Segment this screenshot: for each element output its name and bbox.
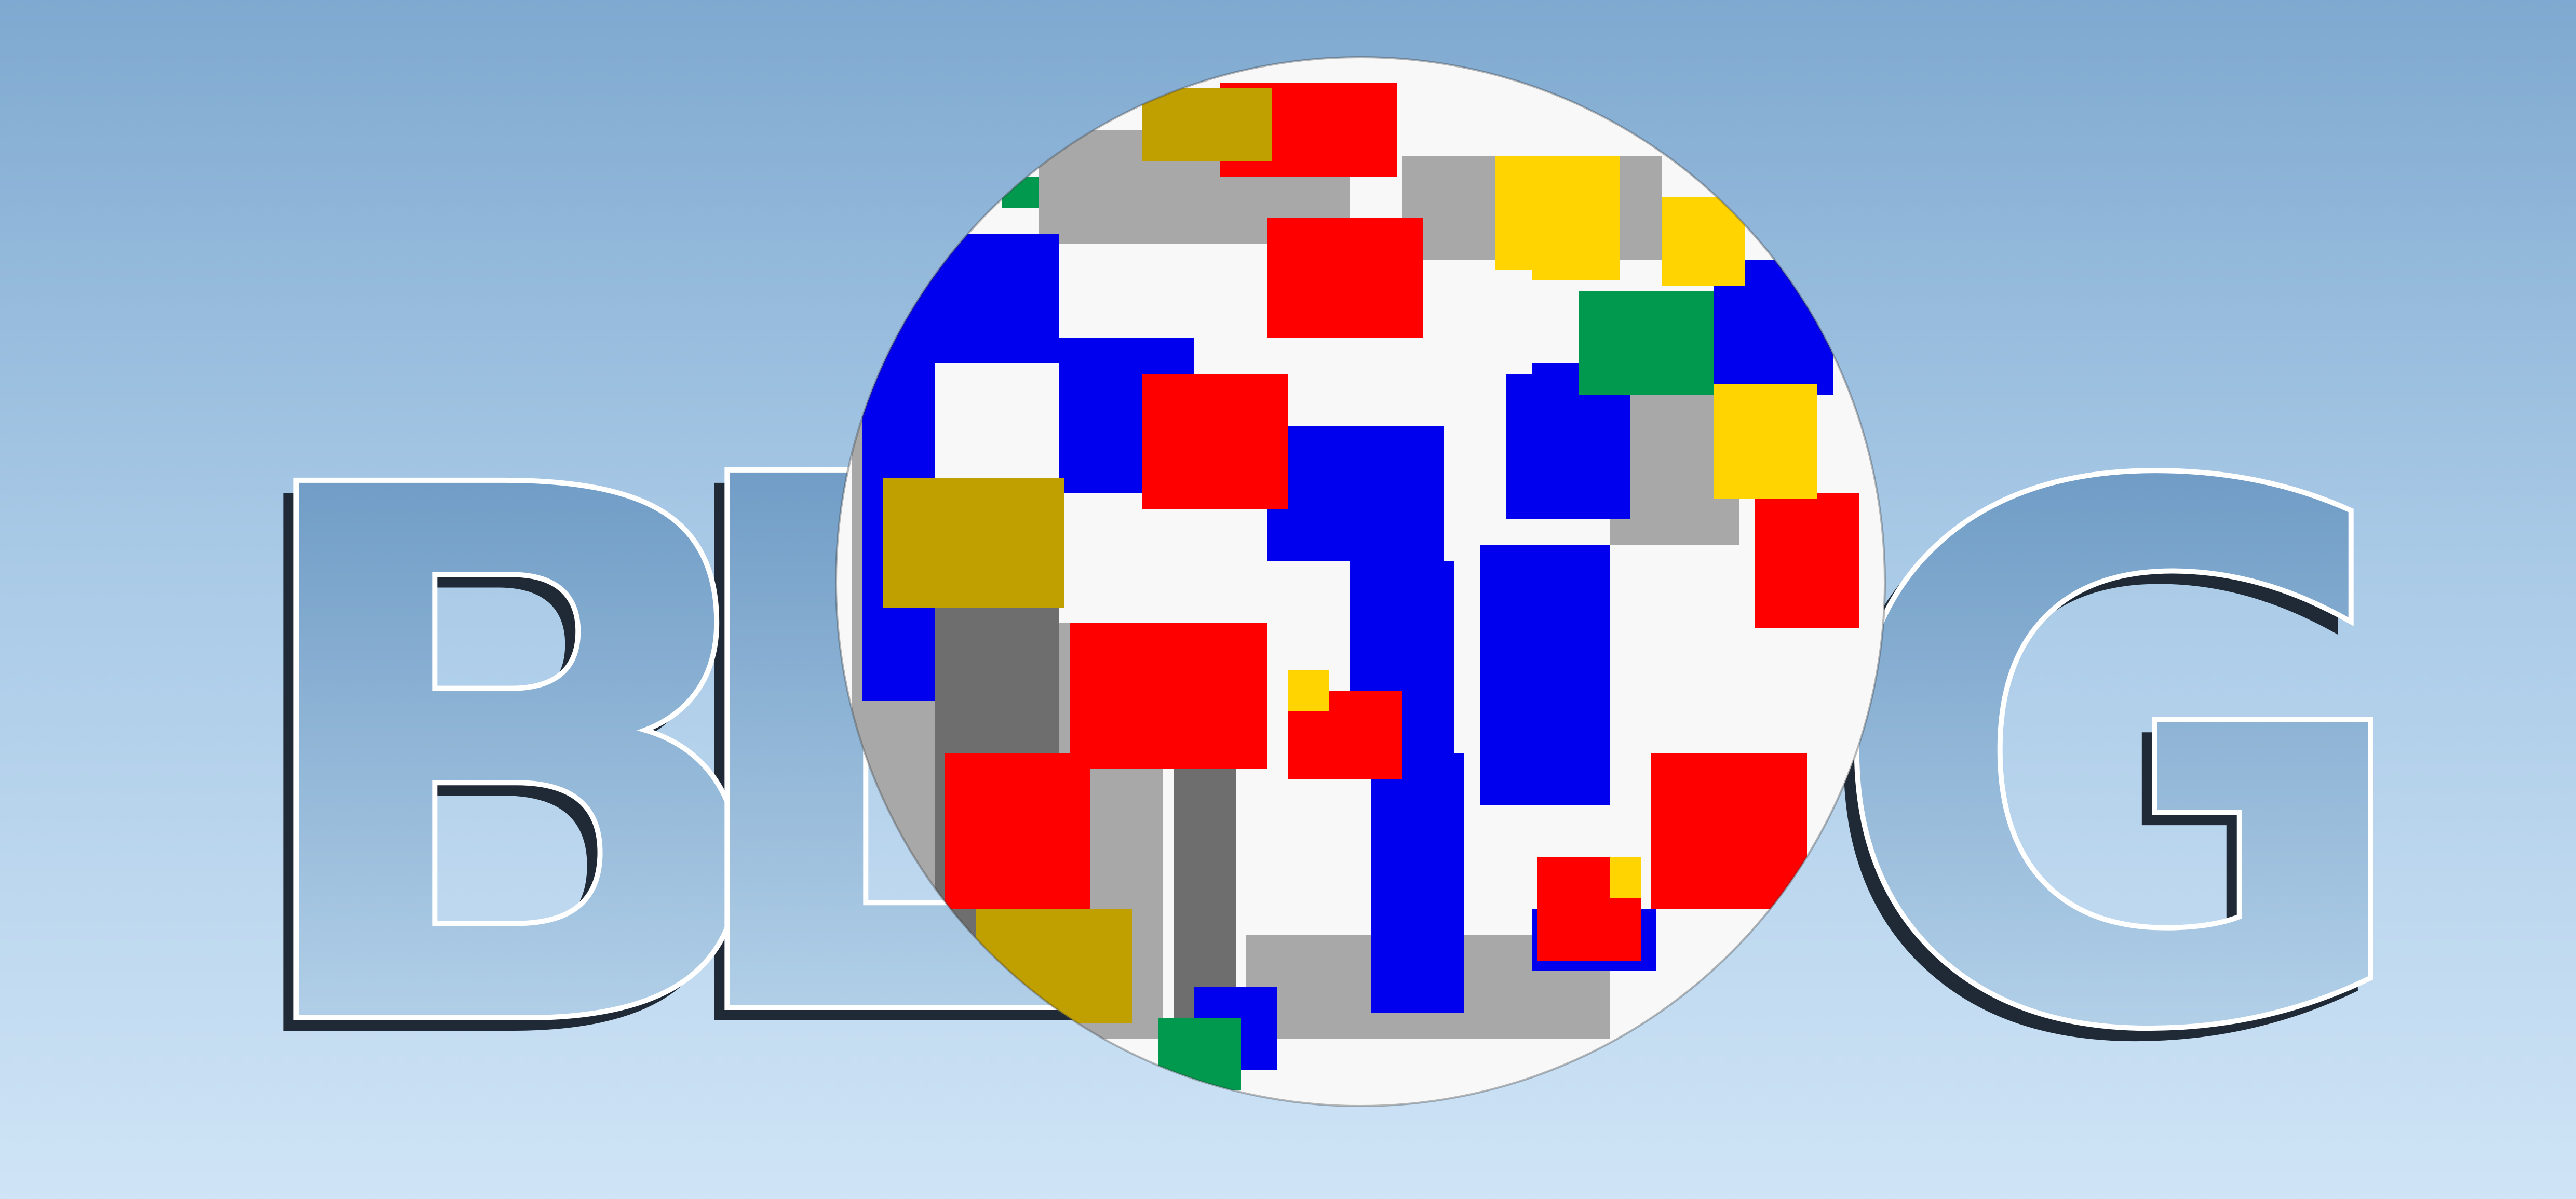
letter-g: G [1820,333,2425,1192]
blog-banner: B L G B L O G [215,56,2428,1199]
voxel-globe-icon [835,56,1886,1107]
